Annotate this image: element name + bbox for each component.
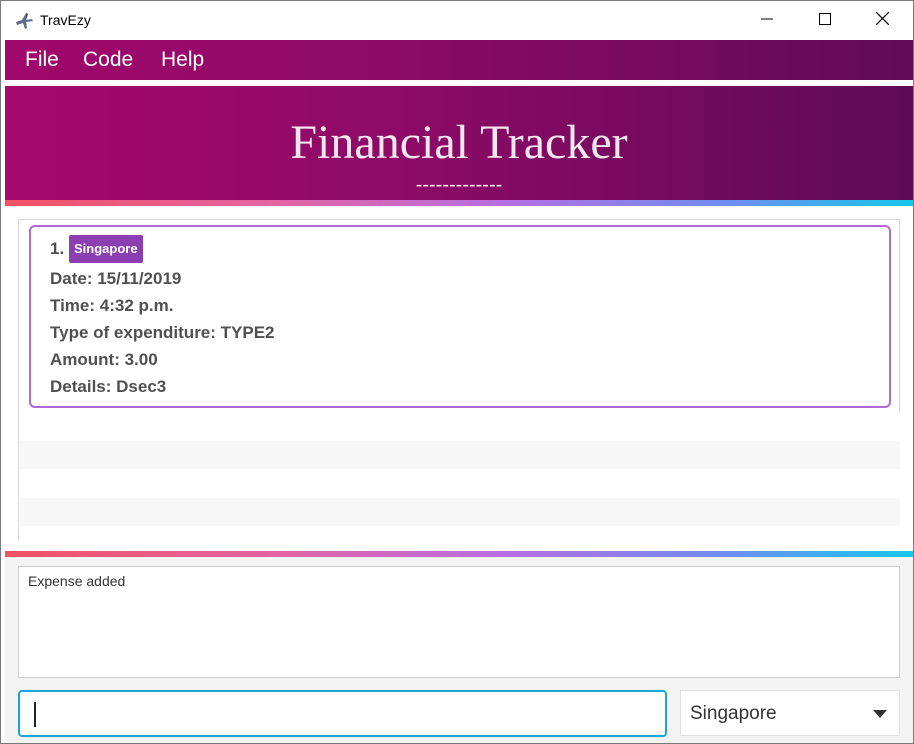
menu-help[interactable]: Help (161, 48, 204, 72)
chevron-down-icon (873, 710, 887, 718)
country-dropdown-value: Singapore (690, 703, 777, 724)
window-title: TravEzy (40, 12, 91, 28)
header-divider (5, 200, 913, 206)
maximize-icon (819, 12, 831, 30)
app-window: TravEzy File Code Help Financial Tracker… (0, 0, 914, 744)
maximize-button[interactable] (796, 1, 854, 40)
menu-code[interactable]: Code (83, 48, 133, 72)
title-bar[interactable]: TravEzy (1, 1, 913, 40)
close-button[interactable] (853, 1, 911, 40)
result-display[interactable]: Expense added (18, 566, 900, 678)
page-title: Financial Tracker (290, 116, 628, 169)
result-message: Expense added (28, 573, 126, 589)
list-row-empty (20, 441, 900, 470)
expense-card[interactable]: 1. Singapore Date: 15/11/2019 Time: 4:32… (29, 225, 891, 408)
minimize-button[interactable] (738, 1, 796, 40)
list-row-empty (20, 498, 900, 527)
list-row-empty (20, 412, 900, 441)
country-tag: Singapore (69, 235, 143, 263)
command-input[interactable] (18, 690, 667, 737)
header-banner: Financial Tracker ------------- (5, 86, 913, 200)
expense-type: Type of expenditure: TYPE2 (50, 323, 275, 342)
expense-index: 1. (50, 239, 65, 258)
expense-amount: Amount: 3.00 (50, 350, 158, 369)
close-icon (875, 11, 889, 30)
country-dropdown[interactable]: Singapore (680, 690, 900, 736)
menu-file[interactable]: File (25, 48, 59, 72)
menu-bar: File Code Help (5, 40, 913, 80)
text-caret (34, 702, 36, 727)
expense-time: Time: 4:32 p.m. (50, 296, 174, 315)
minimize-icon (761, 12, 773, 30)
expense-date: Date: 15/11/2019 (50, 269, 182, 288)
airplane-icon (14, 11, 34, 31)
title-underline: ------------- (415, 174, 503, 196)
expense-list[interactable]: 1. Singapore Date: 15/11/2019 Time: 4:32… (18, 219, 900, 555)
expense-details: Details: Dsec3 (50, 377, 167, 396)
list-row-empty (20, 469, 900, 498)
